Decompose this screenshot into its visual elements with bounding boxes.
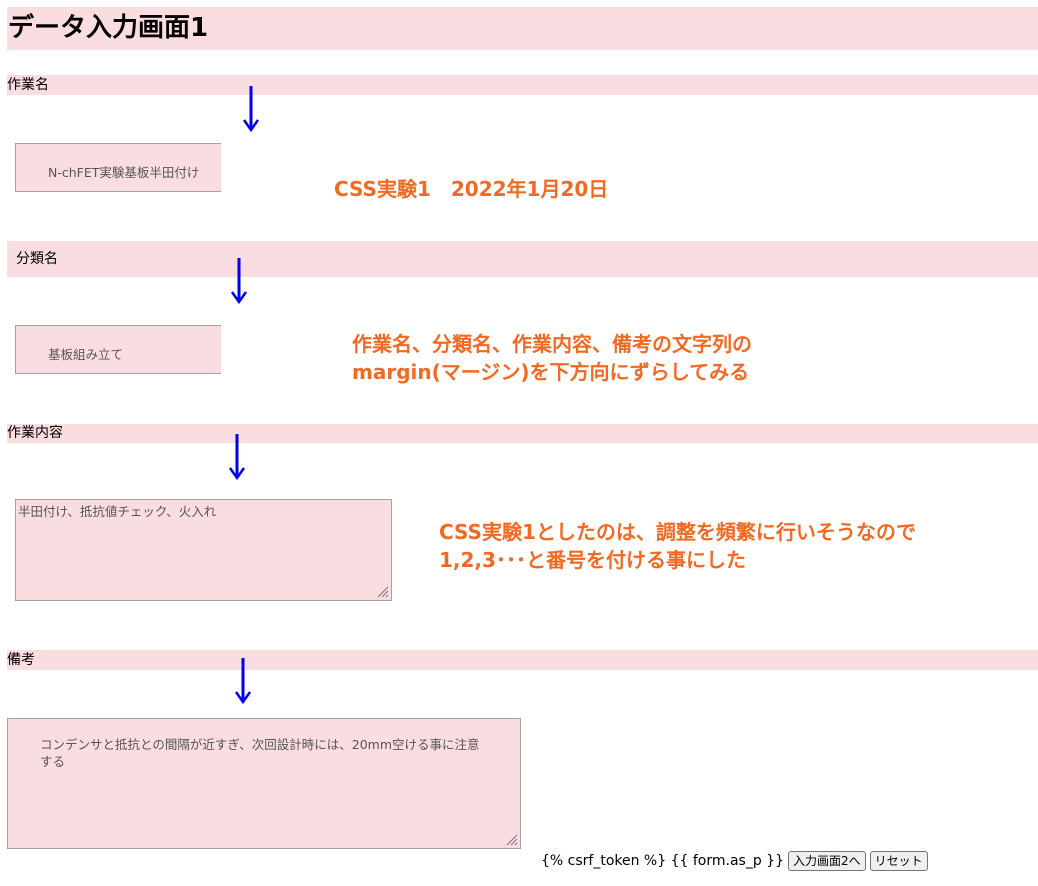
category-label: 分類名 — [16, 251, 58, 267]
note-1: CSS実験1 2022年1月20日 — [334, 177, 609, 201]
task-detail-value: 半田付け、抵抗値チェック、火入れ — [18, 504, 217, 519]
task-name-value: N-chFET実験基板半田付け — [48, 165, 200, 180]
remarks-value: コンデンサと抵抗との間隔が近すぎ、次回設計時には、20mm空ける事に注意する — [40, 737, 480, 769]
task-name-label: 作業名 — [7, 77, 49, 93]
form-footer: {% csrf_token %} {{ form.as_p }} 入力画面2へ … — [541, 851, 928, 871]
reset-button[interactable]: リセット — [869, 851, 928, 871]
task-name-label-band: 作業名 — [7, 75, 1038, 95]
remarks-textarea[interactable]: コンデンサと抵抗との間隔が近すぎ、次回設計時には、20mm空ける事に注意する — [7, 718, 521, 849]
note-2: 作業名、分類名、作業内容、備考の文字列の margin(マージン)を下方向にずら… — [352, 330, 752, 386]
down-arrow-icon — [242, 86, 260, 133]
remarks-label-band: 備考 — [7, 650, 1038, 670]
note-2-line-2: margin(マージン)を下方向にずらしてみる — [352, 360, 750, 384]
category-value: 基板組み立て — [48, 347, 124, 362]
task-detail-label-band: 作業内容 — [7, 424, 1038, 443]
note-3: CSS実験1としたのは、調整を頻繁に行いそうなので 1,2,3･･･と番号を付け… — [439, 518, 916, 574]
note-3-line-1: CSS実験1としたのは、調整を頻繁に行いそうなので — [439, 520, 916, 544]
note-2-line-1: 作業名、分類名、作業内容、備考の文字列の — [352, 332, 752, 356]
category-label-band: 分類名 — [7, 241, 1038, 277]
resize-grip-icon[interactable] — [505, 833, 518, 846]
resize-grip-icon[interactable] — [376, 585, 389, 598]
page-header: データ入力画面1 — [7, 7, 1038, 50]
category-input[interactable]: 基板組み立て — [15, 325, 221, 374]
template-placeholder-text: {% csrf_token %} {{ form.as_p }} — [541, 853, 784, 869]
next-screen-button[interactable]: 入力画面2へ — [787, 851, 866, 871]
note-3-line-2: 1,2,3･･･と番号を付ける事にした — [439, 548, 746, 572]
page-title: データ入力画面1 — [8, 13, 209, 43]
down-arrow-icon — [230, 258, 248, 305]
down-arrow-icon — [228, 434, 246, 481]
down-arrow-icon — [234, 658, 252, 705]
task-detail-label: 作業内容 — [7, 425, 63, 441]
remarks-label: 備考 — [7, 652, 35, 668]
task-detail-textarea[interactable]: 半田付け、抵抗値チェック、火入れ — [15, 499, 392, 601]
task-name-input[interactable]: N-chFET実験基板半田付け — [15, 143, 221, 192]
